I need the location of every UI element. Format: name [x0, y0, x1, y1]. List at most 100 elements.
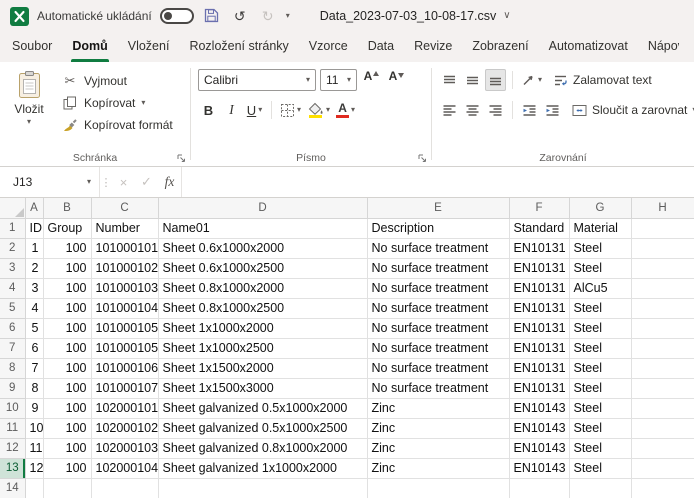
- cell-G10[interactable]: Steel: [569, 398, 631, 418]
- decrease-indent-button[interactable]: [519, 99, 540, 121]
- cell-E13[interactable]: Zinc: [367, 458, 509, 478]
- cell-E6[interactable]: No surface treatment: [367, 318, 509, 338]
- cell-G7[interactable]: Steel: [569, 338, 631, 358]
- font-color-button[interactable]: A ▾: [334, 99, 357, 121]
- cell-E8[interactable]: No surface treatment: [367, 358, 509, 378]
- cell-F2[interactable]: EN10131: [509, 238, 569, 258]
- cell-C2[interactable]: 101000101: [91, 238, 158, 258]
- cell-D1[interactable]: Name01: [158, 218, 367, 238]
- cell-G6[interactable]: Steel: [569, 318, 631, 338]
- cell-A9[interactable]: 8: [25, 378, 43, 398]
- cell-A8[interactable]: 7: [25, 358, 43, 378]
- cell-C5[interactable]: 101000104: [91, 298, 158, 318]
- cell-H7[interactable]: [631, 338, 694, 358]
- cell-H10[interactable]: [631, 398, 694, 418]
- cell-A4[interactable]: 3: [25, 278, 43, 298]
- cell-H13[interactable]: [631, 458, 694, 478]
- row-header-12[interactable]: 12: [0, 438, 25, 458]
- underline-button[interactable]: U ▾: [244, 99, 265, 121]
- fill-color-button[interactable]: ▾: [305, 99, 332, 121]
- autosave-toggle[interactable]: [160, 8, 194, 24]
- column-header-A[interactable]: A: [25, 198, 43, 218]
- cell-B1[interactable]: Group: [43, 218, 91, 238]
- cell-A12[interactable]: 11: [25, 438, 43, 458]
- undo-icon[interactable]: ↺: [230, 9, 250, 23]
- tab-automatizovat[interactable]: Automatizovat: [539, 32, 638, 62]
- row-header-13[interactable]: 13: [0, 458, 25, 478]
- redo-icon[interactable]: ↻: [258, 9, 278, 23]
- cell-A1[interactable]: ID: [25, 218, 43, 238]
- font-color-dropdown-icon[interactable]: ▾: [351, 106, 355, 114]
- increase-indent-button[interactable]: [542, 99, 563, 121]
- align-right-button[interactable]: [485, 99, 506, 121]
- cell-E14[interactable]: [367, 478, 509, 498]
- document-title[interactable]: Data_2023-07-03_10-08-17.csv: [320, 9, 497, 23]
- merge-center-button[interactable]: Sloučit a zarovnat ▾: [572, 103, 694, 117]
- cell-E9[interactable]: No surface treatment: [367, 378, 509, 398]
- font-size-combo[interactable]: 11 ▾: [320, 69, 357, 91]
- cell-H8[interactable]: [631, 358, 694, 378]
- cell-F5[interactable]: EN10131: [509, 298, 569, 318]
- tab-zobrazeni[interactable]: Zobrazení: [462, 32, 538, 62]
- tab-soubor[interactable]: Soubor: [2, 32, 62, 62]
- cell-D2[interactable]: Sheet 0.6x1000x2000: [158, 238, 367, 258]
- row-header-14[interactable]: 14: [0, 478, 25, 498]
- cell-B3[interactable]: 100: [43, 258, 91, 278]
- cell-D10[interactable]: Sheet galvanized 0.5x1000x2000: [158, 398, 367, 418]
- cell-G8[interactable]: Steel: [569, 358, 631, 378]
- cell-E5[interactable]: No surface treatment: [367, 298, 509, 318]
- name-box[interactable]: J13 ▾: [0, 167, 100, 197]
- cell-C7[interactable]: 101000105: [91, 338, 158, 358]
- align-top-button[interactable]: [439, 69, 460, 91]
- wrap-text-button[interactable]: Zalamovat text: [553, 73, 652, 87]
- cell-H11[interactable]: [631, 418, 694, 438]
- cell-A14[interactable]: [25, 478, 43, 498]
- cell-F9[interactable]: EN10131: [509, 378, 569, 398]
- italic-button[interactable]: I: [221, 99, 242, 121]
- column-header-H[interactable]: H: [631, 198, 694, 218]
- tab-vlozeni[interactable]: Vložení: [118, 32, 180, 62]
- cell-G5[interactable]: Steel: [569, 298, 631, 318]
- formula-input[interactable]: [181, 167, 694, 197]
- cell-C10[interactable]: 102000101: [91, 398, 158, 418]
- tab-napoveda[interactable]: Nápověda: [638, 32, 679, 62]
- tab-vzorce[interactable]: Vzorce: [299, 32, 358, 62]
- cell-B7[interactable]: 100: [43, 338, 91, 358]
- orientation-dropdown-icon[interactable]: ▾: [538, 76, 542, 84]
- cell-E10[interactable]: Zinc: [367, 398, 509, 418]
- cell-G12[interactable]: Steel: [569, 438, 631, 458]
- column-header-G[interactable]: G: [569, 198, 631, 218]
- cancel-entry-icon[interactable]: ×: [112, 167, 135, 197]
- row-header-10[interactable]: 10: [0, 398, 25, 418]
- cell-H3[interactable]: [631, 258, 694, 278]
- title-dropdown-icon[interactable]: ∨: [503, 11, 510, 21]
- cell-C9[interactable]: 101000107: [91, 378, 158, 398]
- confirm-entry-icon[interactable]: ✓: [135, 167, 158, 197]
- insert-function-button[interactable]: fx: [158, 167, 181, 197]
- cell-F6[interactable]: EN10131: [509, 318, 569, 338]
- cell-A10[interactable]: 9: [25, 398, 43, 418]
- copy-dropdown-icon[interactable]: ▾: [141, 99, 145, 107]
- cell-C8[interactable]: 101000106: [91, 358, 158, 378]
- paste-button[interactable]: Vložit ▾: [7, 68, 51, 135]
- cell-A11[interactable]: 10: [25, 418, 43, 438]
- name-box-dropdown-icon[interactable]: ▾: [87, 178, 91, 186]
- cell-G11[interactable]: Steel: [569, 418, 631, 438]
- row-header-2[interactable]: 2: [0, 238, 25, 258]
- cell-B2[interactable]: 100: [43, 238, 91, 258]
- cell-D5[interactable]: Sheet 0.8x1000x2500: [158, 298, 367, 318]
- tab-revize[interactable]: Revize: [404, 32, 462, 62]
- row-header-1[interactable]: 1: [0, 218, 25, 238]
- cell-G14[interactable]: [569, 478, 631, 498]
- cell-B4[interactable]: 100: [43, 278, 91, 298]
- cut-button[interactable]: ✂ Vyjmout: [59, 70, 176, 91]
- cell-D9[interactable]: Sheet 1x1500x3000: [158, 378, 367, 398]
- cell-C14[interactable]: [91, 478, 158, 498]
- cell-F10[interactable]: EN10143: [509, 398, 569, 418]
- align-center-button[interactable]: [462, 99, 483, 121]
- column-header-B[interactable]: B: [43, 198, 91, 218]
- borders-dropdown-icon[interactable]: ▾: [297, 106, 301, 114]
- font-name-dropdown-icon[interactable]: ▾: [306, 76, 310, 84]
- row-header-11[interactable]: 11: [0, 418, 25, 438]
- cell-D7[interactable]: Sheet 1x1000x2500: [158, 338, 367, 358]
